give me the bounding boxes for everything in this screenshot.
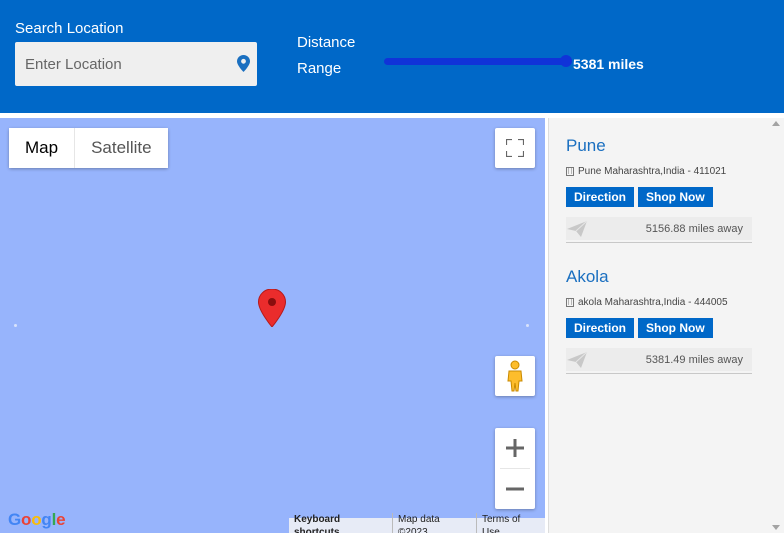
store-address-text: akola Maharashtra,India - 444005 [578, 297, 728, 308]
map-type-control: Map Satellite [9, 128, 168, 168]
building-icon [566, 298, 574, 307]
direction-button[interactable]: Direction [566, 187, 635, 207]
store-actions: Direction Shop Now [566, 318, 752, 338]
map-canvas[interactable]: Map Satellite Google Keyboard shortcuts … [0, 118, 545, 533]
fullscreen-button[interactable] [495, 128, 535, 168]
scroll-up-arrow-icon[interactable] [772, 121, 780, 126]
store-divider [566, 242, 752, 243]
map-type-map-button[interactable]: Map [9, 128, 76, 168]
distance-value: 5381 miles [573, 56, 644, 72]
store-distance-text: 5381.49 miles away [645, 353, 743, 366]
distance-range-slider[interactable] [384, 55, 572, 67]
store-card: Pune Pune Maharashtra,India - 411021 Dir… [566, 136, 752, 243]
store-address: akola Maharashtra,India - 444005 [566, 297, 752, 308]
zoom-out-button[interactable] [495, 469, 535, 509]
slider-track [384, 58, 570, 65]
map-dot-right [526, 324, 529, 327]
store-distance: 5381.49 miles away [566, 348, 752, 371]
map-dot-left [14, 324, 17, 327]
shop-now-button[interactable]: Shop Now [638, 187, 713, 207]
store-divider [566, 373, 752, 374]
street-view-button[interactable] [495, 356, 535, 396]
zoom-in-icon [506, 439, 524, 457]
shop-now-button[interactable]: Shop Now [638, 318, 713, 338]
location-input[interactable] [15, 42, 230, 86]
building-icon [566, 167, 574, 176]
store-address-text: Pune Maharashtra,India - 411021 [578, 166, 727, 177]
location-pin-icon[interactable] [237, 55, 250, 72]
list-scrollbar[interactable] [768, 118, 784, 533]
store-actions: Direction Shop Now [566, 187, 752, 207]
search-header: Search Location Distance Range 5381 mile… [0, 0, 784, 113]
store-card: Akola akola Maharashtra,India - 444005 D… [566, 267, 752, 374]
store-name[interactable]: Akola [566, 267, 752, 287]
zoom-in-button[interactable] [495, 428, 535, 468]
scroll-down-arrow-icon[interactable] [772, 525, 780, 530]
terms-of-use-link[interactable]: Terms of Use [476, 512, 545, 533]
store-distance-text: 5156.88 miles away [645, 222, 743, 235]
map-type-satellite-button[interactable]: Satellite [75, 128, 168, 168]
zoom-control [495, 428, 535, 509]
pegman-icon [507, 360, 523, 392]
store-name[interactable]: Pune [566, 136, 752, 156]
map-data-text: Map data ©2023 [392, 512, 476, 533]
search-box [15, 42, 257, 86]
zoom-out-icon [506, 487, 524, 491]
google-logo[interactable]: Google [8, 510, 66, 530]
paper-plane-icon [567, 220, 588, 237]
search-location-label: Search Location [15, 20, 124, 37]
fullscreen-icon [506, 139, 524, 157]
store-address: Pune Maharashtra,India - 411021 [566, 166, 752, 177]
store-list-panel[interactable]: Pune Pune Maharashtra,India - 411021 Dir… [548, 118, 784, 533]
keyboard-shortcuts-link[interactable]: Keyboard shortcuts [289, 513, 392, 533]
slider-thumb[interactable] [560, 55, 572, 67]
map-marker-icon[interactable] [258, 289, 286, 327]
map-attribution: Keyboard shortcuts Map data ©2023 Terms … [289, 512, 545, 533]
paper-plane-icon [567, 351, 588, 368]
distance-range-label: Distance Range [297, 34, 356, 77]
direction-button[interactable]: Direction [566, 318, 635, 338]
store-distance: 5156.88 miles away [566, 217, 752, 240]
